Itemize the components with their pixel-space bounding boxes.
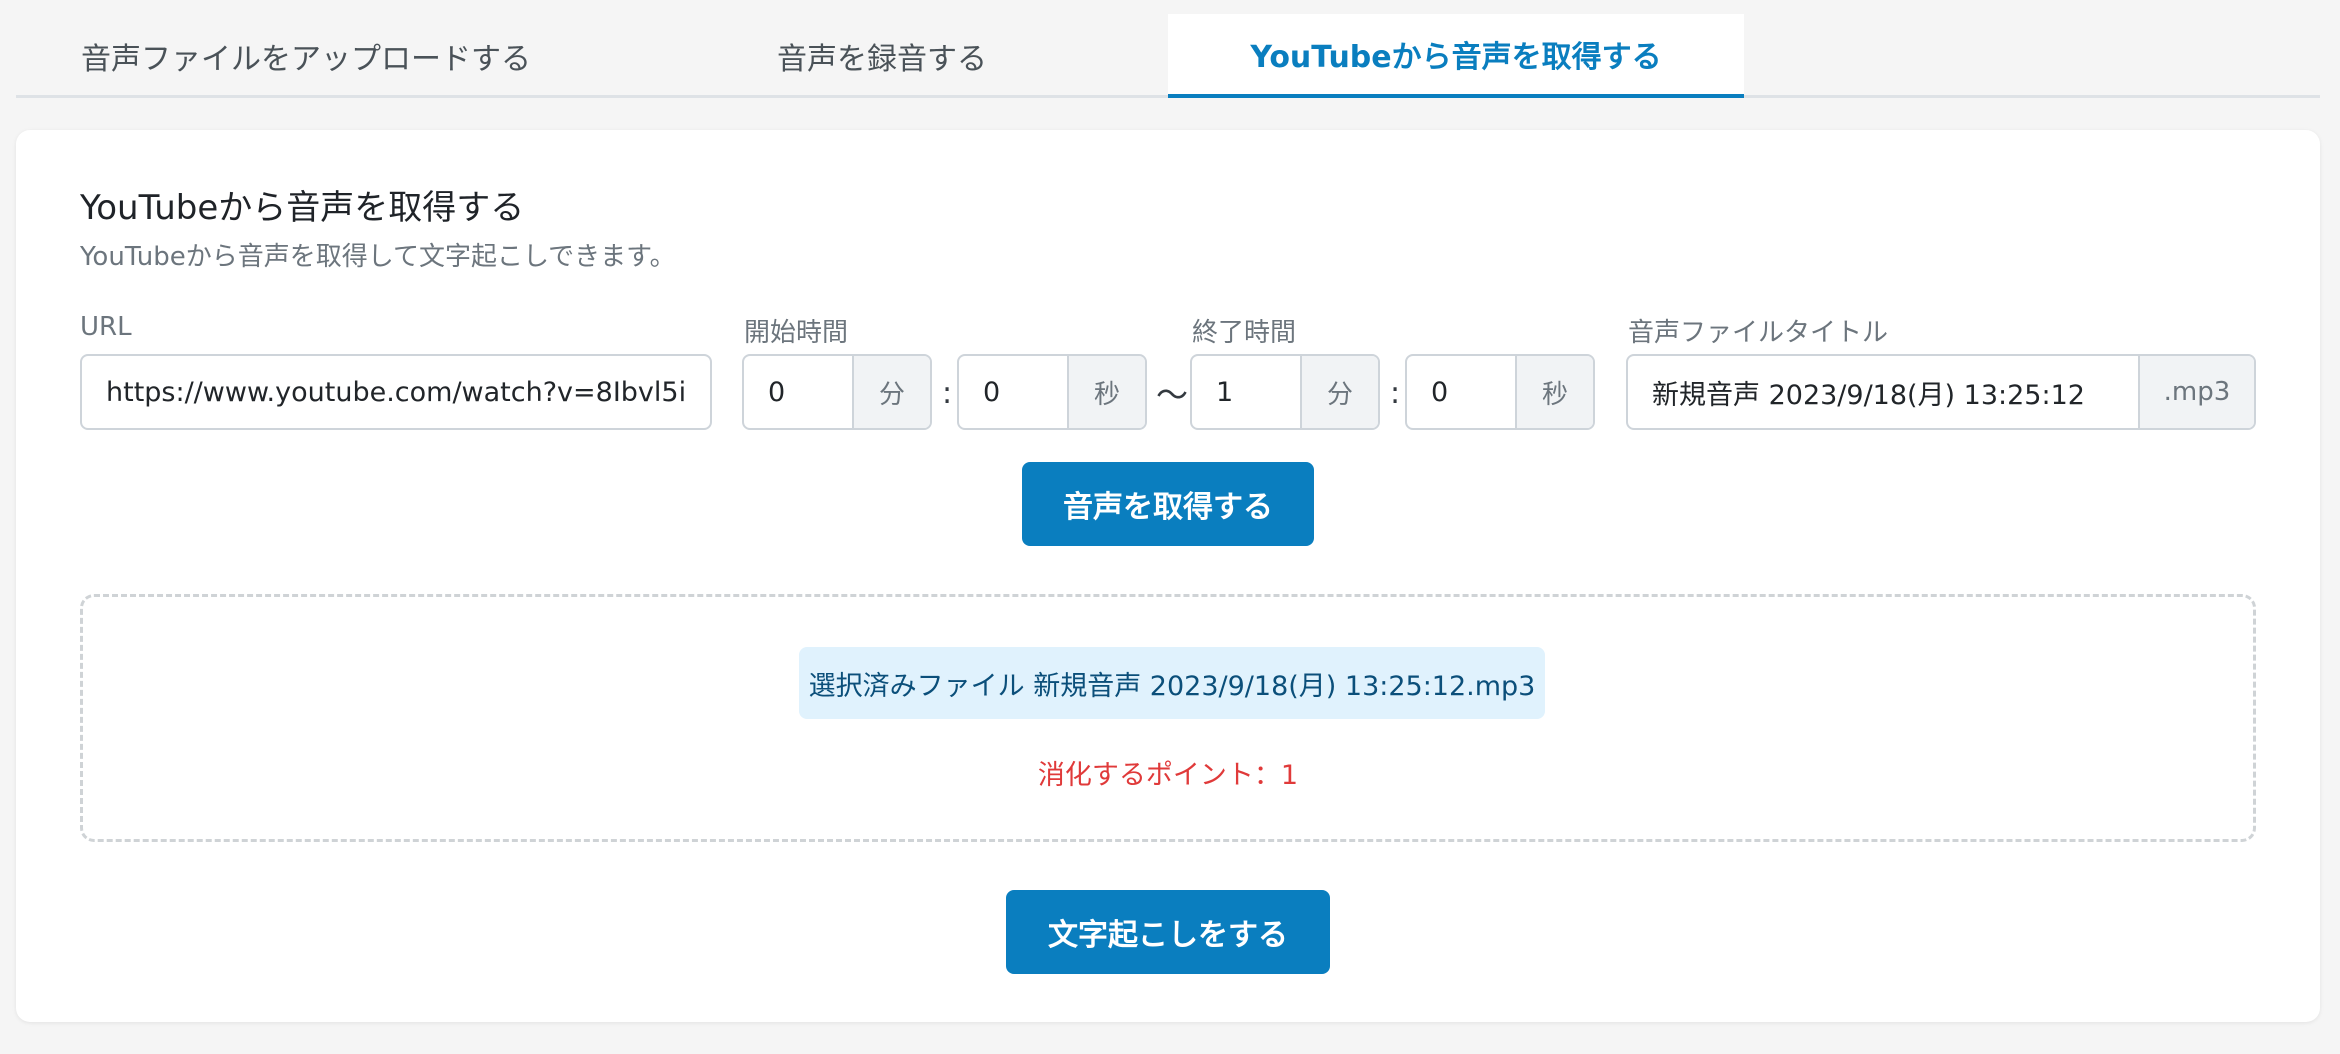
url-field-group [80,354,712,430]
minute-unit: 分 [852,356,930,428]
url-label: URL [80,312,132,342]
tab-upload-audio[interactable]: 音声ファイルをアップロードする [16,14,596,98]
selected-file-chip: 選択済みファイル 新規音声 2023/9/18(月) 13:25:12.mp3 [799,647,1545,719]
second-unit: 秒 [1515,356,1593,428]
youtube-card: YouTubeから音声を取得する YouTubeから音声を取得して文字起こしでき… [16,130,2320,1022]
audio-title-group: .mp3 [1626,354,2256,430]
end-second-group: 秒 [1405,354,1595,430]
end-minute-input[interactable] [1192,356,1300,428]
points-consumed-text: 消化するポイント：1 [1037,760,1299,791]
fetch-audio-button[interactable]: 音声を取得する [1022,462,1314,546]
tab-youtube-audio[interactable]: YouTubeから音声を取得する [1168,14,1744,98]
tab-record-audio[interactable]: 音声を録音する [596,14,1168,98]
url-input[interactable] [82,356,710,428]
start-minute-input[interactable] [744,356,852,428]
start-second-input[interactable] [959,356,1067,428]
time-range-tilde: 〜 [1156,376,1189,414]
start-time-colon: : [942,376,953,411]
file-extension-addon: .mp3 [2138,356,2254,428]
minute-unit: 分 [1300,356,1378,428]
start-second-group: 秒 [957,354,1147,430]
end-minute-group: 分 [1190,354,1380,430]
start-minute-group: 分 [742,354,932,430]
audio-title-label: 音声ファイルタイトル [1628,318,1889,348]
audio-title-input[interactable] [1628,356,2138,428]
end-time-colon: : [1390,376,1401,411]
selected-file-area: 選択済みファイル 新規音声 2023/9/18(月) 13:25:12.mp3 … [80,594,2256,842]
second-unit: 秒 [1067,356,1145,428]
card-title: YouTubeから音声を取得する [80,188,525,228]
card-description: YouTubeから音声を取得して文字起こしできます。 [80,242,676,272]
transcribe-button[interactable]: 文字起こしをする [1006,890,1330,974]
start-time-label: 開始時間 [744,318,849,348]
end-second-input[interactable] [1407,356,1515,428]
end-time-label: 終了時間 [1192,318,1297,348]
tab-bar: 音声ファイルをアップロードする 音声を録音する YouTubeから音声を取得する [16,14,2320,98]
